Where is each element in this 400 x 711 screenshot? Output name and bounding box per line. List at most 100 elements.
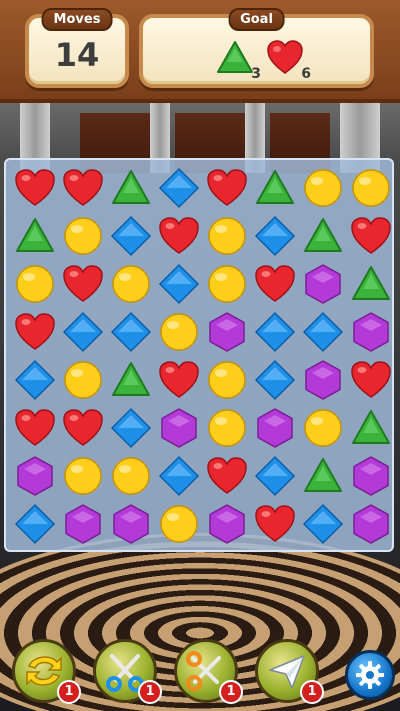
tile-triangle[interactable] xyxy=(301,214,345,258)
triangle-icon xyxy=(112,362,150,396)
tile-circle[interactable] xyxy=(349,166,393,210)
diamond-icon xyxy=(254,215,296,257)
heart-icon xyxy=(63,265,103,302)
heart-icon xyxy=(255,265,295,302)
tile-circle[interactable] xyxy=(109,262,153,306)
tile-heart[interactable] xyxy=(205,166,249,210)
tile-triangle[interactable] xyxy=(109,166,153,210)
heart-icon xyxy=(207,457,247,494)
tile-circle[interactable] xyxy=(61,358,105,402)
circle-icon xyxy=(112,457,150,495)
tile-triangle[interactable] xyxy=(109,358,153,402)
tile-diamond[interactable] xyxy=(253,214,297,258)
tile-diamond[interactable] xyxy=(109,310,153,354)
gear-icon xyxy=(356,661,384,689)
tile-diamond[interactable] xyxy=(157,166,201,210)
tile-hexagon[interactable] xyxy=(109,502,153,546)
tile-hexagon[interactable] xyxy=(205,310,249,354)
tile-hexagon[interactable] xyxy=(61,502,105,546)
shuffle-booster-button[interactable]: 1 xyxy=(12,639,81,704)
tile-circle[interactable] xyxy=(205,214,249,258)
tile-hexagon[interactable] xyxy=(349,502,393,546)
heart-icon xyxy=(207,169,247,206)
triangle-icon xyxy=(304,218,342,252)
heart-icon xyxy=(351,361,391,398)
hexagon-icon xyxy=(209,504,245,544)
tile-triangle[interactable] xyxy=(349,406,393,450)
goal-heart: 6 xyxy=(265,38,311,82)
hexagon-icon xyxy=(209,312,245,352)
tile-heart[interactable] xyxy=(253,502,297,546)
diamond-icon xyxy=(254,311,296,353)
diamond-icon xyxy=(254,359,296,401)
tile-hexagon[interactable] xyxy=(301,262,345,306)
heart-icon xyxy=(15,313,55,350)
tile-circle[interactable] xyxy=(61,214,105,258)
tile-circle[interactable] xyxy=(205,262,249,306)
tile-hexagon[interactable] xyxy=(253,406,297,450)
top-bar: Moves 14 Goal 3 6 xyxy=(0,0,400,103)
circle-icon xyxy=(160,505,198,543)
orange-scissors-booster-button[interactable]: 1 xyxy=(174,639,243,704)
tile-heart[interactable] xyxy=(349,214,393,258)
tile-circle[interactable] xyxy=(157,502,201,546)
tile-diamond[interactable] xyxy=(253,358,297,402)
tile-circle[interactable] xyxy=(13,262,57,306)
circle-icon xyxy=(304,169,342,207)
tile-diamond[interactable] xyxy=(301,502,345,546)
tile-diamond[interactable] xyxy=(301,310,345,354)
tile-diamond[interactable] xyxy=(109,406,153,450)
tile-hexagon[interactable] xyxy=(205,502,249,546)
tile-hexagon[interactable] xyxy=(349,310,393,354)
tile-heart[interactable] xyxy=(13,406,57,450)
circle-icon xyxy=(304,409,342,447)
tile-heart[interactable] xyxy=(157,214,201,258)
goal-label: Goal xyxy=(228,8,285,31)
tile-circle[interactable] xyxy=(61,454,105,498)
tile-triangle[interactable] xyxy=(301,454,345,498)
tile-circle[interactable] xyxy=(301,406,345,450)
tile-circle[interactable] xyxy=(205,406,249,450)
tile-diamond[interactable] xyxy=(61,310,105,354)
tile-diamond[interactable] xyxy=(157,454,201,498)
tile-diamond[interactable] xyxy=(13,502,57,546)
tile-diamond[interactable] xyxy=(157,262,201,306)
tile-circle[interactable] xyxy=(205,358,249,402)
tile-hexagon[interactable] xyxy=(13,454,57,498)
tile-triangle[interactable] xyxy=(349,262,393,306)
tile-heart[interactable] xyxy=(61,166,105,210)
tile-hexagon[interactable] xyxy=(301,358,345,402)
tile-diamond[interactable] xyxy=(253,310,297,354)
paper-plane-booster-button[interactable]: 1 xyxy=(255,639,324,704)
tile-circle[interactable] xyxy=(157,310,201,354)
tile-circle[interactable] xyxy=(109,454,153,498)
tile-triangle[interactable] xyxy=(253,166,297,210)
diamond-icon xyxy=(158,167,200,209)
diamond-icon xyxy=(302,503,344,545)
diamond-icon xyxy=(254,455,296,497)
circle-icon xyxy=(352,169,390,207)
blue-scissors-booster-button[interactable]: 1 xyxy=(93,639,162,704)
tile-heart[interactable] xyxy=(61,406,105,450)
heart-icon xyxy=(351,217,391,254)
tile-circle[interactable] xyxy=(301,166,345,210)
circle-icon xyxy=(112,265,150,303)
tile-triangle[interactable] xyxy=(13,214,57,258)
tile-diamond[interactable] xyxy=(253,454,297,498)
tile-heart[interactable] xyxy=(61,262,105,306)
hexagon-icon xyxy=(353,504,389,544)
tile-diamond[interactable] xyxy=(13,358,57,402)
tile-hexagon[interactable] xyxy=(349,454,393,498)
settings-button[interactable] xyxy=(345,650,395,700)
tile-heart[interactable] xyxy=(13,166,57,210)
tile-heart[interactable] xyxy=(253,262,297,306)
tile-heart[interactable] xyxy=(349,358,393,402)
hexagon-icon xyxy=(65,504,101,544)
tile-heart[interactable] xyxy=(157,358,201,402)
heart-icon xyxy=(159,217,199,254)
diamond-icon xyxy=(110,311,152,353)
tile-heart[interactable] xyxy=(13,310,57,354)
tile-diamond[interactable] xyxy=(109,214,153,258)
tile-heart[interactable] xyxy=(205,454,249,498)
tile-hexagon[interactable] xyxy=(157,406,201,450)
